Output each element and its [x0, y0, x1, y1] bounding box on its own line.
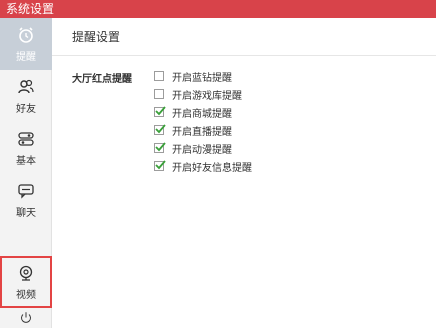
checkbox-checked[interactable] [154, 124, 166, 135]
window-title: 系统设置 [0, 0, 436, 18]
option-row[interactable]: 开启游戏库提醒 [154, 86, 242, 102]
checkmark-icon [155, 142, 166, 152]
sidebar-item-label: 好友 [16, 104, 36, 115]
chat-bubble-icon [18, 184, 34, 199]
option-label: 开启商城提醒 [172, 108, 232, 120]
option-label: 开启动漫提醒 [172, 144, 232, 156]
sidebar: 提醒 好友 基本 聊天 视频 [0, 18, 52, 328]
checkbox-checked[interactable] [154, 106, 166, 117]
sidebar-item-power[interactable] [0, 308, 52, 328]
option-row[interactable]: 开启动漫提醒 [154, 140, 232, 156]
option-label: 开启游戏库提醒 [172, 90, 242, 102]
power-icon [21, 312, 31, 323]
checkbox-checked[interactable] [154, 142, 166, 153]
alarm-clock-icon [19, 27, 33, 43]
group-label: 大厅红点提醒 [72, 74, 132, 85]
sidebar-item-label: 视频 [16, 290, 36, 301]
sidebar-item-basic[interactable]: 基本 [0, 122, 52, 174]
checkmark-icon [155, 124, 166, 134]
sidebar-item-friends[interactable]: 好友 [0, 70, 52, 122]
option-row[interactable]: 开启蓝钻提醒 [154, 68, 232, 84]
sidebar-item-label: 提醒 [16, 52, 36, 63]
sidebar-item-video[interactable]: 视频 [0, 256, 52, 308]
checkmark-icon [155, 106, 166, 116]
webcam-icon [19, 265, 33, 281]
page-title: 提醒设置 [52, 18, 436, 56]
sidebar-item-label: 基本 [16, 156, 36, 167]
option-label: 开启好友信息提醒 [172, 162, 252, 174]
option-row[interactable]: 开启直播提醒 [154, 122, 232, 138]
settings-panel: 提醒设置 大厅红点提醒 开启蓝钻提醒 开启游戏库提醒 开启商城提醒 开启直播提醒… [52, 18, 436, 328]
users-icon [18, 79, 34, 94]
sidebar-item-label: 聊天 [16, 208, 36, 219]
sidebar-item-reminder[interactable]: 提醒 [0, 18, 52, 70]
checkmark-icon [155, 160, 166, 170]
option-label: 开启直播提醒 [172, 126, 232, 138]
toggle-settings-icon [18, 132, 34, 146]
option-label: 开启蓝钻提醒 [172, 72, 232, 84]
sidebar-item-chat[interactable]: 聊天 [0, 174, 52, 226]
checkbox[interactable] [154, 89, 164, 99]
checkbox-checked[interactable] [154, 160, 166, 171]
option-row[interactable]: 开启好友信息提醒 [154, 158, 252, 174]
checkbox[interactable] [154, 71, 164, 81]
option-row[interactable]: 开启商城提醒 [154, 104, 232, 120]
